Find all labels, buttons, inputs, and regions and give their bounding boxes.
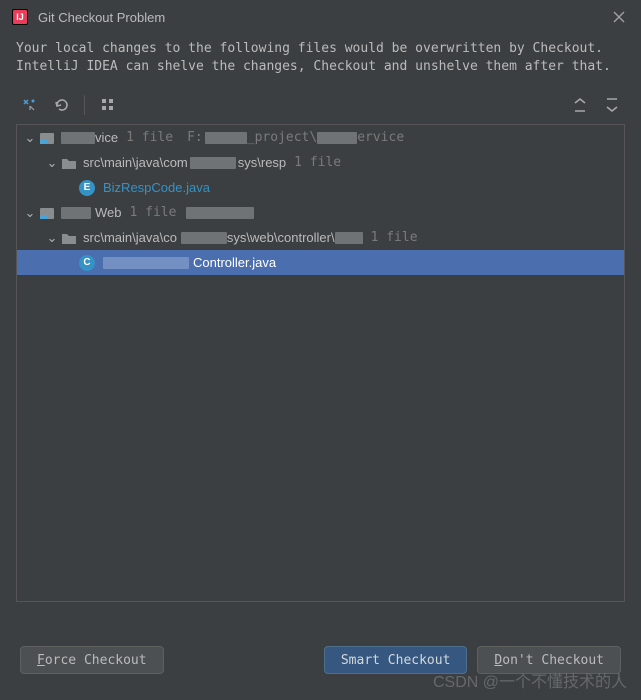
- chevron-down-icon[interactable]: ⌄: [23, 130, 37, 146]
- file-name: BizRespCode.java: [103, 180, 210, 195]
- close-icon[interactable]: [609, 7, 629, 27]
- force-checkout-button[interactable]: Force Checkout: [20, 646, 164, 674]
- folder-path-suffix: sys\resp: [238, 155, 286, 170]
- file-count: 1 file: [294, 155, 341, 170]
- changes-tree[interactable]: ⌄ vice 1 file F: _project\ ervice ⌄ src\…: [16, 124, 625, 602]
- diff-icon[interactable]: [18, 94, 40, 116]
- folder-path-a: src\main\java\co: [83, 230, 177, 245]
- module-path-mid: _project\: [247, 130, 317, 145]
- dialog-message: Your local changes to the following file…: [0, 34, 641, 90]
- enum-badge-icon: E: [79, 180, 95, 196]
- tree-toolbar: [0, 90, 641, 120]
- file-count: 1 file: [130, 205, 177, 220]
- folder-icon: [61, 156, 77, 170]
- module-row[interactable]: ⌄ Web 1 file: [17, 200, 624, 225]
- module-icon: [39, 206, 55, 220]
- message-line-1: Your local changes to the following file…: [16, 40, 625, 58]
- undo-icon[interactable]: [50, 94, 72, 116]
- file-row[interactable]: E BizRespCode.java: [17, 175, 624, 200]
- smart-checkout-button[interactable]: Smart Checkout: [324, 646, 468, 674]
- folder-path-b: sys\web\controller\: [227, 230, 335, 245]
- intellij-icon: IJ: [12, 9, 28, 25]
- title-bar: IJ Git Checkout Problem: [0, 0, 641, 34]
- module-row[interactable]: ⌄ vice 1 file F: _project\ ervice: [17, 125, 624, 150]
- button-bar: Force Checkout Smart Checkout Don't Chec…: [0, 646, 641, 674]
- chevron-down-icon[interactable]: ⌄: [45, 155, 59, 171]
- folder-icon: [61, 231, 77, 245]
- folder-path: src\main\java\com: [83, 155, 188, 170]
- module-path-prefix: F:: [187, 130, 203, 145]
- file-count: 1 file: [371, 230, 418, 245]
- module-name: Web: [95, 205, 122, 220]
- separator: [84, 95, 85, 115]
- collapse-all-icon[interactable]: [601, 94, 623, 116]
- module-icon: [39, 131, 55, 145]
- chevron-down-icon[interactable]: ⌄: [23, 205, 37, 221]
- expand-all-icon[interactable]: [569, 94, 591, 116]
- message-line-2: IntelliJ IDEA can shelve the changes, Ch…: [16, 58, 625, 76]
- module-path-suffix: ervice: [357, 130, 404, 145]
- folder-row[interactable]: ⌄ src\main\java\co sys\web\controller\ 1…: [17, 225, 624, 250]
- file-name: Controller.java: [193, 255, 276, 270]
- file-row-selected[interactable]: C Controller.java: [17, 250, 624, 275]
- file-count: 1 file: [126, 130, 173, 145]
- class-badge-icon: C: [79, 255, 95, 271]
- chevron-down-icon[interactable]: ⌄: [45, 230, 59, 246]
- window-title: Git Checkout Problem: [38, 10, 609, 25]
- dont-checkout-button[interactable]: Don't Checkout: [477, 646, 621, 674]
- folder-row[interactable]: ⌄ src\main\java\com sys\resp 1 file: [17, 150, 624, 175]
- group-by-icon[interactable]: [97, 94, 119, 116]
- module-name: vice: [95, 130, 118, 145]
